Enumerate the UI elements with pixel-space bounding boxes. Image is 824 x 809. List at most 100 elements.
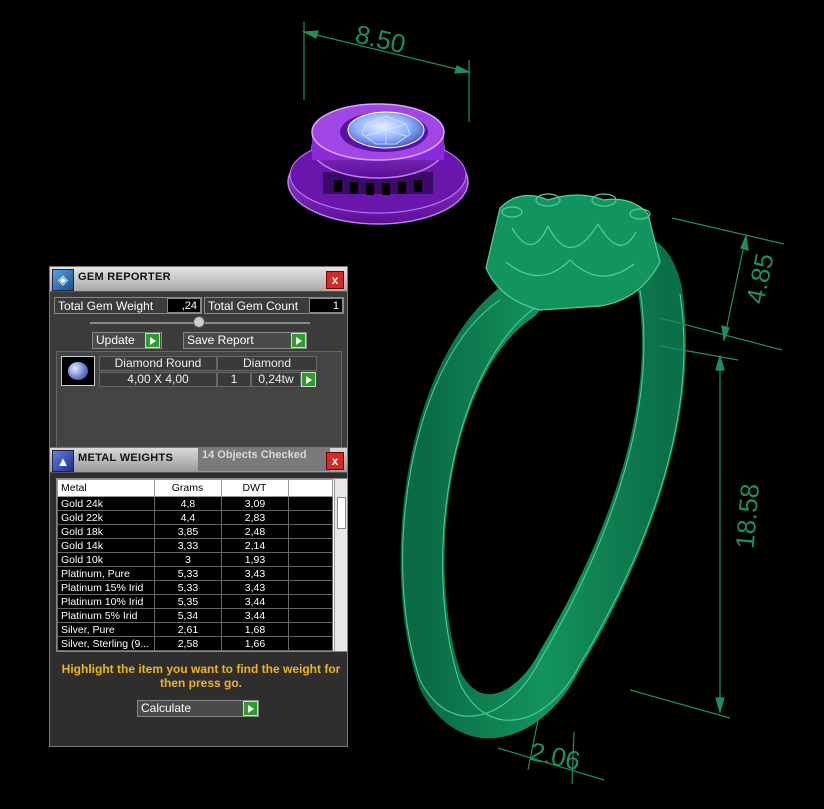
cell-empty <box>287 566 334 581</box>
cell-grams: 5,33 <box>153 566 223 581</box>
dimension-label-shank-height: 18.58 <box>730 482 766 549</box>
cell-empty <box>287 594 334 609</box>
table-row[interactable]: Platinum 15% Irid 5,33 3,43 <box>57 580 334 595</box>
table-row[interactable]: Gold 24k 4,8 3,09 <box>57 496 334 511</box>
cell-grams: 5,33 <box>153 580 223 595</box>
cell-dwt: 3,44 <box>221 594 289 609</box>
metal-weights-table: Metal Grams DWT Gold 24k 4,8 3,09 Gold 22k… <box>56 478 348 652</box>
cell-dwt: 1,66 <box>221 636 289 651</box>
dimension-label-head-height: 4.85 <box>740 251 780 307</box>
cell-dwt: 3,44 <box>221 608 289 623</box>
cell-empty <box>287 538 334 553</box>
cell-grams: 2,58 <box>153 636 223 651</box>
gem-reporter-panel: ◈ GEM REPORTER x Total Gem Weight ,24 To… <box>49 266 348 461</box>
table-row[interactable]: Platinum 10% Irid 5,35 3,44 <box>57 594 334 609</box>
cell-grams: 3 <box>153 552 223 567</box>
cell-empty <box>287 524 334 539</box>
total-gem-count-label: Total Gem Count <box>208 299 299 313</box>
close-icon[interactable]: x <box>326 452 344 470</box>
gem-count-cell[interactable]: 1 <box>217 372 251 387</box>
cell-empty <box>287 580 334 595</box>
gem-weight-cell[interactable]: 0,24tw <box>251 372 301 387</box>
cell-dwt: 1,93 <box>221 552 289 567</box>
table-row[interactable]: Gold 14k 3,33 2,14 <box>57 538 334 553</box>
total-gem-count-value: 1 <box>309 298 343 313</box>
cell-metal: Platinum 10% Irid <box>57 594 155 609</box>
cell-empty <box>287 510 334 525</box>
table-row[interactable]: Platinum, Pure 5,33 3,43 <box>57 566 334 581</box>
cell-dwt: 2,48 <box>221 524 289 539</box>
diamond-round-thumbnail[interactable] <box>61 356 95 386</box>
objects-checked-status: 14 Objects Checked <box>198 448 330 471</box>
column-header-dwt[interactable]: DWT <box>221 479 289 497</box>
cell-metal: Gold 24k <box>57 496 155 511</box>
table-row[interactable]: Silver, Pure 2,61 1,68 <box>57 622 334 637</box>
table-row[interactable]: Gold 10k 3 1,93 <box>57 552 334 567</box>
cell-grams: 2,61 <box>153 622 223 637</box>
cell-empty <box>287 552 334 567</box>
calculate-hint-text: Highlight the item you want to find the … <box>61 662 341 690</box>
total-gem-weight-value: ,24 <box>167 298 201 313</box>
cell-metal: Platinum, Pure <box>57 566 155 581</box>
calculate-dropdown[interactable]: Calculate <box>137 700 259 717</box>
gem-reporter-title: GEM REPORTER <box>78 271 171 283</box>
gem-size-cell[interactable]: 4,00 X 4,00 <box>99 372 217 387</box>
ring-model <box>400 193 686 739</box>
close-icon[interactable]: x <box>326 271 344 289</box>
update-go-button[interactable] <box>145 333 160 348</box>
cell-empty <box>287 622 334 637</box>
total-gem-weight-row: Total Gem Weight ,24 <box>54 297 202 314</box>
cell-grams: 5,35 <box>153 594 223 609</box>
cell-metal: Gold 14k <box>57 538 155 553</box>
cell-dwt: 2,83 <box>221 510 289 525</box>
total-gem-weight-label: Total Gem Weight <box>58 299 154 313</box>
column-header-grams[interactable]: Grams <box>153 479 223 497</box>
metal-weights-title: METAL WEIGHTS <box>78 452 174 464</box>
gem-reporter-titlebar[interactable]: ◈ GEM REPORTER x <box>50 267 347 292</box>
table-row[interactable]: Silver, Sterling (9... 2,58 1,66 <box>57 636 334 651</box>
metal-weights-icon: ▲ <box>52 450 74 472</box>
cell-metal: Platinum 5% Irid <box>57 608 155 623</box>
dimension-label-band-width: 2.06 <box>527 736 583 776</box>
table-row[interactable]: Gold 18k 3,85 2,48 <box>57 524 334 539</box>
cell-metal: Gold 18k <box>57 524 155 539</box>
cell-metal: Silver, Pure <box>57 622 155 637</box>
cell-grams: 3,85 <box>153 524 223 539</box>
cell-metal: Gold 22k <box>57 510 155 525</box>
splitter-handle-icon[interactable] <box>193 316 205 328</box>
cell-empty <box>287 608 334 623</box>
cell-grams: 3,33 <box>153 538 223 553</box>
cell-dwt: 3,43 <box>221 566 289 581</box>
calculate-go-button[interactable] <box>243 701 258 716</box>
gem-go-button[interactable] <box>301 372 316 387</box>
cell-empty <box>287 496 334 511</box>
gem-list: Diamond Round Diamond 4,00 X 4,00 1 0,24… <box>56 351 342 461</box>
cell-dwt: 3,09 <box>221 496 289 511</box>
column-header-metal[interactable]: Metal <box>57 479 155 497</box>
cell-grams: 4,4 <box>153 510 223 525</box>
cell-empty <box>287 636 334 651</box>
table-row[interactable]: Gold 22k 4,4 2,83 <box>57 510 334 525</box>
cell-dwt: 3,43 <box>221 580 289 595</box>
metal-weights-titlebar[interactable]: ▲ METAL WEIGHTS 14 Objects Checked x <box>50 448 347 473</box>
scrollbar-thumb[interactable] <box>337 497 346 529</box>
diamond-gem <box>347 111 425 149</box>
gem-cut-cell[interactable]: Diamond Round <box>99 356 217 371</box>
cell-grams: 4,8 <box>153 496 223 511</box>
cell-metal: Gold 10k <box>57 552 155 567</box>
save-report-dropdown[interactable]: Save Report <box>183 332 307 349</box>
save-report-go-button[interactable] <box>291 333 306 348</box>
gem-reporter-icon: ◈ <box>52 269 74 291</box>
total-gem-count-row: Total Gem Count 1 <box>204 297 344 314</box>
metal-weights-panel: ▲ METAL WEIGHTS 14 Objects Checked x Met… <box>49 447 348 747</box>
dimension-label-top-width: 8.50 <box>352 19 408 60</box>
cell-dwt: 2,14 <box>221 538 289 553</box>
cell-metal: Platinum 15% Irid <box>57 580 155 595</box>
gem-material-cell[interactable]: Diamond <box>217 356 317 371</box>
cell-grams: 5,34 <box>153 608 223 623</box>
cell-dwt: 1,68 <box>221 622 289 637</box>
cell-metal: Silver, Sterling (9... <box>57 636 155 651</box>
table-scrollbar[interactable] <box>334 479 347 651</box>
table-row[interactable]: Platinum 5% Irid 5,34 3,44 <box>57 608 334 623</box>
column-header-empty <box>287 479 334 497</box>
